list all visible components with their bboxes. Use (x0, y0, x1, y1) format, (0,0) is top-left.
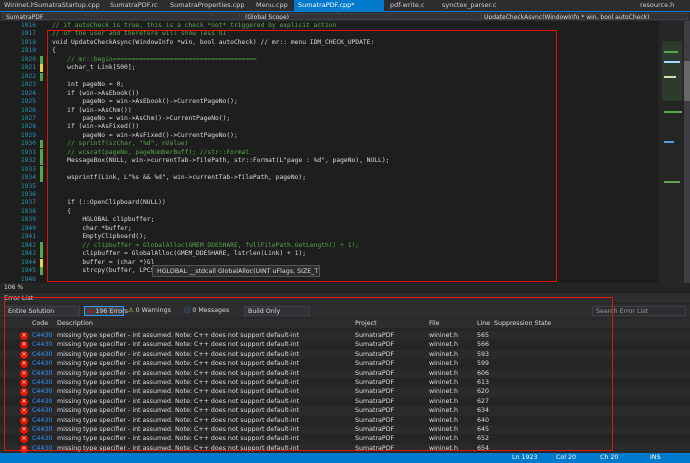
tab-menu-cpp[interactable]: Menu.cpp (252, 0, 296, 11)
tab-pdf-write-c[interactable]: pdf-write.c (386, 0, 440, 11)
change-marker (40, 148, 43, 157)
editor-status-row: 106 % (0, 283, 690, 292)
change-marker (40, 241, 43, 250)
scope-dropdown[interactable]: (Global Scope) (241, 13, 479, 20)
line-number: 1927 (20, 114, 36, 122)
status-ch: Ch 20 (600, 454, 619, 461)
line-number: 1945 (20, 267, 36, 275)
line-number-gutter: 1916 1917 1918 1919 1920 1921 1922 1923 1924 1925… (0, 21, 44, 283)
line-number: 1919 (20, 47, 36, 55)
line-number: 1923 (20, 81, 36, 89)
navigation-bar: SumatraPDF (Global Scope) UpdateCheckAsy… (0, 11, 690, 21)
change-marker (40, 174, 43, 183)
minimap (662, 21, 690, 283)
change-marker (40, 250, 43, 259)
line-number: 1935 (20, 182, 36, 190)
highlight-box-errors (4, 297, 613, 451)
line-number: 1933 (20, 165, 36, 173)
project-dropdown[interactable]: SumatraPDF (2, 13, 240, 20)
editor-minimap-scrollbar[interactable] (658, 21, 690, 283)
change-marker (40, 140, 43, 149)
zoom-level[interactable]: 106 % (4, 283, 23, 292)
line-number: 1941 (20, 233, 36, 241)
code-line[interactable]: // if autoCheck is true, this is a check… (52, 22, 336, 29)
line-number: 1931 (20, 148, 36, 156)
line-number: 1925 (20, 98, 36, 106)
tab-sumatraproperties-cpp[interactable]: SumatraProperties.cpp (166, 0, 256, 11)
line-number: 1932 (20, 157, 36, 165)
line-number: 1944 (20, 258, 36, 266)
tab-sumatrastartup-cpp[interactable]: SumatraStartup.cpp (30, 0, 110, 11)
tab-sumatrapdf-cpp[interactable]: SumatraPDF.cpp* (294, 0, 384, 11)
line-number: 1943 (20, 250, 36, 258)
status-line: Ln 1923 (512, 454, 538, 461)
line-number: 1936 (20, 191, 36, 198)
tab-sumatrapdf-rc[interactable]: SumatraPDF.rc (106, 0, 170, 11)
line-number: 1918 (20, 38, 36, 46)
change-marker (40, 64, 43, 73)
line-number: 1921 (20, 64, 36, 72)
line-number: 1917 (20, 30, 36, 38)
change-marker (40, 157, 43, 166)
document-tab-bar: WinInet.h SumatraStartup.cpp SumatraPDF.… (0, 0, 690, 11)
line-number: 1916 (20, 22, 36, 29)
highlight-box-code (47, 30, 557, 282)
line-number: 1940 (20, 224, 36, 232)
status-mode: INS (650, 454, 661, 461)
change-marker (40, 267, 43, 276)
change-marker (40, 55, 43, 64)
status-col: Col 20 (556, 454, 577, 461)
line-number: 1922 (20, 72, 36, 80)
line-number: 1937 (20, 199, 36, 207)
line-number: 1942 (20, 241, 36, 249)
tab-synctex-parser-c[interactable]: synctex_parser.c (438, 0, 512, 11)
line-number: 1939 (20, 216, 36, 224)
line-number: 1920 (20, 55, 36, 63)
tab-resource-h[interactable]: resource.h (636, 0, 690, 11)
quickinfo-tooltip: HGLOBAL __stdcall GlobalAlloc(UINT uFlag… (152, 265, 320, 277)
line-number: 1928 (20, 123, 36, 131)
line-number: 1946 (20, 275, 36, 283)
member-dropdown[interactable]: UpdateCheckAsync(WindowInfo * win, bool … (480, 13, 688, 20)
line-number: 1930 (20, 140, 36, 148)
line-number: 1929 (20, 131, 36, 139)
change-marker (40, 165, 43, 174)
line-number: 1926 (20, 106, 36, 114)
status-bar: Ln 1923 Col 20 Ch 20 INS (0, 453, 690, 463)
line-number: 1934 (20, 174, 36, 182)
change-marker (40, 258, 43, 267)
tab-wininet-h[interactable]: WinInet.h (0, 0, 34, 11)
change-marker (40, 72, 43, 81)
line-number: 1938 (20, 207, 36, 215)
line-number: 1924 (20, 89, 36, 97)
